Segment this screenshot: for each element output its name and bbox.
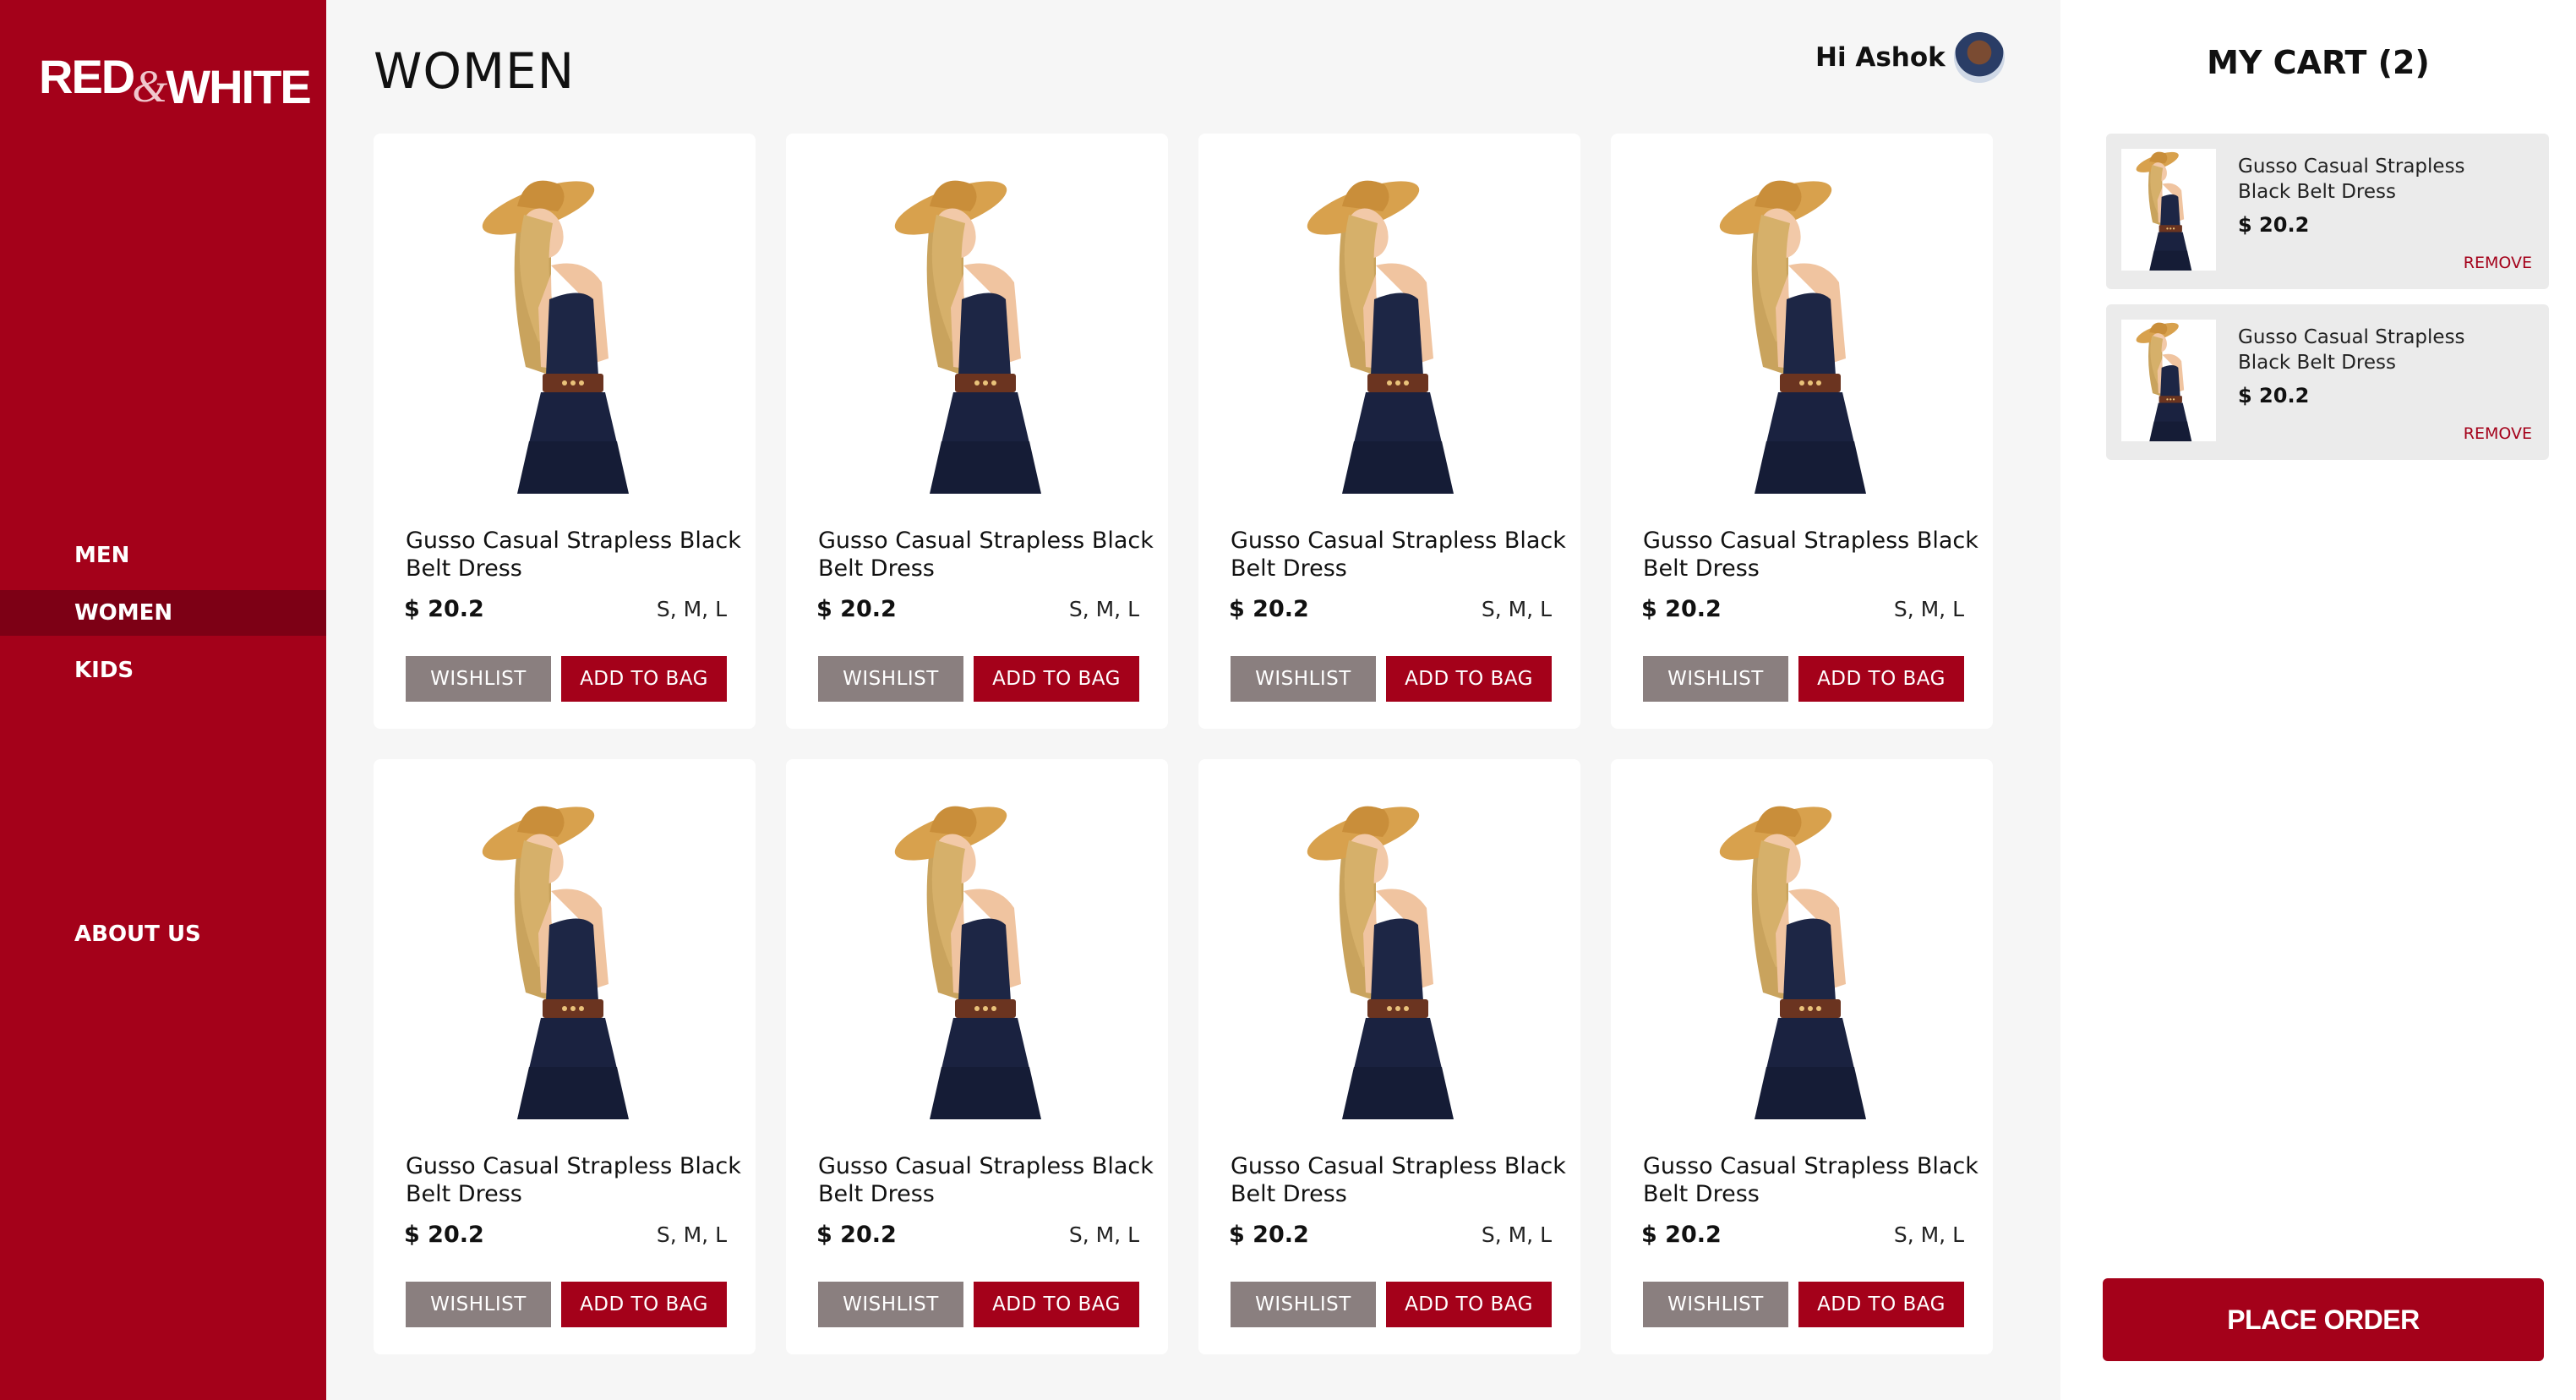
- product-image: [894, 806, 1041, 1119]
- wishlist-button[interactable]: WISHLIST: [1643, 656, 1788, 702]
- product-image-wrap[interactable]: [870, 172, 1090, 494]
- product-name: Gusso Casual Strapless Black Belt Dress: [1231, 1153, 1566, 1207]
- cart-item-name: Gusso Casual Strapless Black Belt Dress: [2238, 326, 2465, 374]
- add-to-bag-button[interactable]: ADD TO BAG: [561, 656, 727, 702]
- wishlist-button[interactable]: WISHLIST: [818, 1282, 963, 1327]
- wishlist-button[interactable]: WISHLIST: [406, 656, 551, 702]
- product-image-wrap[interactable]: [1283, 172, 1503, 494]
- product-image-wrap[interactable]: [458, 172, 678, 494]
- product-sizes: S, M, L: [1893, 1222, 1964, 1247]
- product-card[interactable]: Gusso Casual Strapless Black Belt Dress …: [786, 759, 1168, 1354]
- product-sizes: S, M, L: [1481, 1222, 1552, 1247]
- logo-red: RED: [39, 50, 135, 103]
- add-to-bag-button[interactable]: ADD TO BAG: [974, 1282, 1139, 1327]
- wishlist-button[interactable]: WISHLIST: [1643, 1282, 1788, 1327]
- sidebar: RED&WHITE MEN WOMEN KIDS ABOUT US: [0, 0, 326, 1400]
- cart-title: MY CART (2): [2207, 44, 2430, 81]
- product-image: [894, 180, 1041, 494]
- logo-white: WHITE: [166, 60, 311, 113]
- product-price: $ 20.2: [404, 1222, 484, 1248]
- cart-item-thumbnail: [2121, 149, 2216, 271]
- product-card[interactable]: Gusso Casual Strapless Black Belt Dress …: [1198, 759, 1580, 1354]
- product-image: [2136, 322, 2192, 441]
- add-to-bag-button[interactable]: ADD TO BAG: [1798, 656, 1964, 702]
- product-price: $ 20.2: [1229, 596, 1309, 622]
- product-image-wrap[interactable]: [458, 798, 678, 1119]
- wishlist-button[interactable]: WISHLIST: [818, 656, 963, 702]
- product-name: Gusso Casual Strapless Black Belt Dress: [1643, 1153, 1978, 1207]
- product-sizes: S, M, L: [1068, 597, 1139, 621]
- add-to-bag-button[interactable]: ADD TO BAG: [1386, 656, 1552, 702]
- wishlist-button[interactable]: WISHLIST: [1231, 656, 1376, 702]
- cart-item: Gusso Casual Strapless Black Belt Dress …: [2106, 304, 2549, 460]
- add-to-bag-button[interactable]: ADD TO BAG: [1386, 1282, 1552, 1327]
- nav-item-kids[interactable]: KIDS: [0, 648, 326, 693]
- product-price: $ 20.2: [1641, 1222, 1722, 1248]
- product-card[interactable]: Gusso Casual Strapless Black Belt Dress …: [1611, 759, 1993, 1354]
- cart-item-price: $ 20.2: [2238, 384, 2310, 407]
- product-sizes: S, M, L: [656, 597, 727, 621]
- user-greeting: Hi Ashok: [1815, 42, 1946, 73]
- product-image-wrap[interactable]: [1695, 798, 1915, 1119]
- remove-button[interactable]: REMOVE: [2464, 424, 2532, 443]
- product-image: [482, 806, 629, 1119]
- product-sizes: S, M, L: [1068, 1222, 1139, 1247]
- place-order-button[interactable]: PLACE ORDER: [2103, 1278, 2544, 1361]
- nav-item-women[interactable]: WOMEN: [0, 590, 326, 636]
- product-image-wrap[interactable]: [870, 798, 1090, 1119]
- brand-logo[interactable]: RED&WHITE: [39, 49, 312, 113]
- page-title: WOMEN: [374, 42, 576, 100]
- cart-item: Gusso Casual Strapless Black Belt Dress …: [2106, 134, 2549, 289]
- product-image: [1307, 180, 1454, 494]
- remove-button[interactable]: REMOVE: [2464, 254, 2532, 272]
- product-image: [1719, 180, 1866, 494]
- product-price: $ 20.2: [816, 596, 897, 622]
- product-price: $ 20.2: [1641, 596, 1722, 622]
- product-name: Gusso Casual Strapless Black Belt Dress: [818, 1153, 1154, 1207]
- product-name: Gusso Casual Strapless Black Belt Dress: [1231, 528, 1566, 582]
- product-image-wrap[interactable]: [1695, 172, 1915, 494]
- wishlist-button[interactable]: WISHLIST: [1231, 1282, 1376, 1327]
- product-name: Gusso Casual Strapless Black Belt Dress: [406, 1153, 741, 1207]
- cart-item-thumbnail: [2121, 320, 2216, 441]
- add-to-bag-button[interactable]: ADD TO BAG: [1798, 1282, 1964, 1327]
- product-name: Gusso Casual Strapless Black Belt Dress: [818, 528, 1154, 582]
- product-price: $ 20.2: [404, 596, 484, 622]
- wishlist-button[interactable]: WISHLIST: [406, 1282, 551, 1327]
- product-name: Gusso Casual Strapless Black Belt Dress: [1643, 528, 1978, 582]
- product-image: [482, 180, 629, 494]
- product-image: [1307, 806, 1454, 1119]
- product-sizes: S, M, L: [1893, 597, 1964, 621]
- product-name: Gusso Casual Strapless Black Belt Dress: [406, 528, 741, 582]
- product-image-wrap[interactable]: [1283, 798, 1503, 1119]
- cart-item-price: $ 20.2: [2238, 213, 2310, 237]
- nav-item-about-us[interactable]: ABOUT US: [0, 911, 326, 957]
- product-card[interactable]: Gusso Casual Strapless Black Belt Dress …: [374, 759, 756, 1354]
- cart-panel: MY CART (2) Gusso Casual Strapless Black…: [2060, 0, 2576, 1400]
- product-image: [2136, 151, 2192, 271]
- add-to-bag-button[interactable]: ADD TO BAG: [561, 1282, 727, 1327]
- product-card[interactable]: Gusso Casual Strapless Black Belt Dress …: [786, 134, 1168, 729]
- product-sizes: S, M, L: [1481, 597, 1552, 621]
- product-sizes: S, M, L: [656, 1222, 727, 1247]
- product-image: [1719, 806, 1866, 1119]
- add-to-bag-button[interactable]: ADD TO BAG: [974, 656, 1139, 702]
- nav-item-men[interactable]: MEN: [0, 533, 326, 578]
- logo-ampersand: &: [132, 61, 168, 112]
- product-price: $ 20.2: [1229, 1222, 1309, 1248]
- product-card[interactable]: Gusso Casual Strapless Black Belt Dress …: [1198, 134, 1580, 729]
- product-card[interactable]: Gusso Casual Strapless Black Belt Dress …: [1611, 134, 1993, 729]
- cart-item-name: Gusso Casual Strapless Black Belt Dress: [2238, 156, 2465, 203]
- product-card[interactable]: Gusso Casual Strapless Black Belt Dress …: [374, 134, 756, 729]
- product-price: $ 20.2: [816, 1222, 897, 1248]
- user-avatar[interactable]: [1954, 32, 2005, 83]
